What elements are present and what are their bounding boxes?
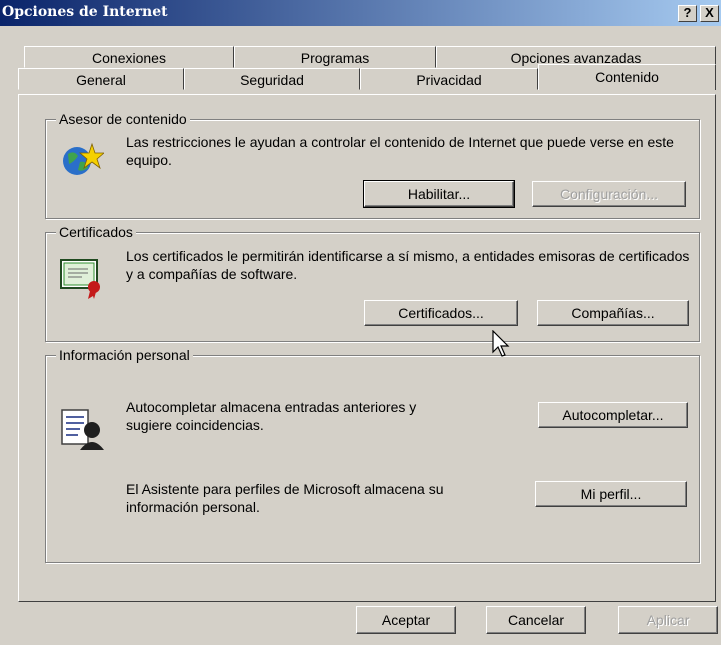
cancel-button[interactable]: Cancelar	[486, 606, 586, 634]
personal-info-group: Información personal Autocompletar almac…	[45, 347, 700, 563]
tab-conexiones[interactable]: Conexiones	[24, 46, 234, 68]
my-profile-button[interactable]: Mi perfil...	[535, 481, 687, 507]
tab-programas[interactable]: Programas	[234, 46, 436, 68]
publishers-button[interactable]: Compañías...	[537, 300, 689, 326]
title-bar: Opciones de Internet ? X	[0, 0, 721, 26]
close-button[interactable]: X	[700, 5, 719, 22]
tab-privacidad[interactable]: Privacidad	[360, 68, 538, 90]
enable-button[interactable]: Habilitar...	[363, 180, 515, 208]
mouse-pointer-icon	[492, 330, 510, 357]
settings-button[interactable]: Configuración...	[532, 181, 686, 207]
tab-seguridad[interactable]: Seguridad	[184, 68, 360, 90]
help-button[interactable]: ?	[678, 5, 697, 22]
certificates-legend: Certificados	[56, 224, 136, 240]
certificates-description: Los certificados le permitirán identific…	[126, 248, 690, 282]
apply-button[interactable]: Aplicar	[618, 606, 718, 634]
content-advisor-legend: Asesor de contenido	[56, 111, 190, 127]
tab-general[interactable]: General	[18, 68, 184, 90]
profile-card-icon	[61, 409, 104, 450]
autocomplete-description: Autocompletar almacena entradas anterior…	[126, 399, 417, 433]
globe-star-icon	[63, 142, 104, 175]
certificate-icon	[60, 259, 100, 299]
certificates-button[interactable]: Certificados...	[364, 300, 518, 326]
tab-panel: Asesor de contenido Las restricciones le…	[18, 94, 716, 602]
personal-info-legend: Información personal	[56, 347, 193, 363]
profile-description: El Asistente para perfiles de Microsoft …	[126, 481, 444, 515]
content-advisor-description: Las restricciones le ayudan a controlar …	[126, 134, 674, 168]
content-advisor-group: Asesor de contenido Las restricciones le…	[45, 111, 700, 219]
ok-button[interactable]: Aceptar	[356, 606, 456, 634]
tab-contenido[interactable]: Contenido	[538, 64, 716, 90]
autocomplete-button[interactable]: Autocompletar...	[538, 402, 688, 428]
certificates-group: Certificados Los certificados le permiti…	[45, 224, 700, 342]
window-title: Opciones de Internet	[2, 4, 168, 20]
